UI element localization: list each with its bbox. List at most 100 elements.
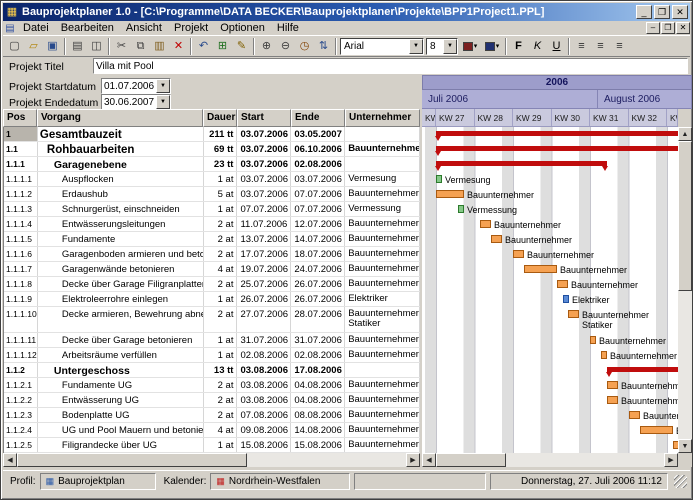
task-bar-1.1.1.10[interactable]: [568, 310, 579, 318]
task-bar-1.1.1.6[interactable]: [513, 250, 524, 258]
table-row-1[interactable]: 1Gesamtbauzeit211 tt03.07.200603.05.2007: [4, 127, 420, 142]
profil-panel[interactable]: ▦ Bauprojektplan: [40, 473, 156, 490]
sort-button[interactable]: ⇅: [314, 37, 333, 56]
scroll-left-button[interactable]: ◀: [422, 453, 436, 467]
task-bar-1.1.1.8[interactable]: [557, 280, 568, 288]
scroll-right-button[interactable]: ▶: [406, 453, 420, 467]
project-start-input[interactable]: [102, 81, 156, 92]
table-row-1.1.1.1[interactable]: 1.1.1.1Auspflocken1 at03.07.200603.07.20…: [4, 172, 420, 187]
table-row-1.1.2.4[interactable]: 1.1.2.4UG und Pool Mauern und betonieren…: [4, 423, 420, 438]
mdi-close-button[interactable]: ✕: [676, 22, 690, 34]
task-bar-1.1.1.5[interactable]: [491, 235, 502, 243]
zoom-in-button[interactable]: ⊕: [257, 37, 276, 56]
task-bar-1.1.1.12[interactable]: [601, 351, 607, 359]
align-left-button[interactable]: ≡: [572, 37, 591, 56]
gantt-scroll-thumb[interactable]: [436, 453, 506, 467]
table-row-1.1.1.4[interactable]: 1.1.1.4Entwässerungsleitungen2 at11.07.2…: [4, 217, 420, 232]
scroll-left-button[interactable]: ◀: [3, 453, 17, 467]
gantt-horizontal-scrollbar[interactable]: ◀ ▶: [422, 453, 678, 467]
bold-button[interactable]: F: [509, 37, 528, 56]
mdi-restore-button[interactable]: ❐: [661, 22, 675, 34]
zoom-out-button[interactable]: ⊖: [276, 37, 295, 56]
print-preview-button[interactable]: ◫: [87, 37, 106, 56]
project-title-input[interactable]: [94, 61, 687, 72]
resize-grip[interactable]: [674, 475, 687, 488]
new-button[interactable]: ▢: [5, 37, 24, 56]
font-color-button[interactable]: ▾: [459, 37, 481, 55]
table-row-1.1.1.6[interactable]: 1.1.1.6Garagenboden armieren und betonie…: [4, 247, 420, 262]
minimize-button[interactable]: _: [636, 5, 652, 19]
insert-task-button[interactable]: ⊞: [213, 37, 232, 56]
menu-projekt[interactable]: Projekt: [168, 21, 214, 35]
task-bar-1.1.1.3[interactable]: [458, 205, 464, 213]
table-row-1.1.2.5[interactable]: 1.1.2.5Filigrandecke über UG1 at15.08.20…: [4, 438, 420, 453]
scroll-up-button[interactable]: ▲: [678, 127, 692, 141]
task-bar-1.1.2.1[interactable]: [607, 381, 618, 389]
table-scroll-thumb[interactable]: [17, 453, 247, 467]
align-right-button[interactable]: ≡: [610, 37, 629, 56]
table-row-1.1.1[interactable]: 1.1.1Garagenebene23 tt03.07.200602.08.20…: [4, 157, 420, 172]
table-horizontal-scrollbar[interactable]: ◀ ▶: [3, 453, 420, 467]
chevron-down-icon[interactable]: ▼: [443, 39, 457, 54]
table-row-1.1.1.7[interactable]: 1.1.1.7Garagenwände betonieren4 at19.07.…: [4, 262, 420, 277]
table-row-1.1.1.12[interactable]: 1.1.1.12Arbeitsräume verfüllen1 at02.08.…: [4, 348, 420, 363]
task-bar-1.1.1.4[interactable]: [480, 220, 491, 228]
table-row-1.1.1.2[interactable]: 1.1.1.2Erdaushub5 at03.07.200607.07.2006…: [4, 187, 420, 202]
table-row-1.1.1.10[interactable]: 1.1.1.10Decke armieren, Bewehrung abnehm…: [4, 307, 420, 333]
menu-datei[interactable]: Datei: [17, 21, 55, 35]
summary-bar-1.1.1[interactable]: [436, 161, 607, 166]
task-bar-1.1.1.11[interactable]: [590, 336, 596, 344]
copy-button[interactable]: ⧉: [131, 37, 150, 56]
font-family-combo[interactable]: Arial▼: [340, 38, 424, 55]
scroll-down-button[interactable]: ▼: [678, 439, 692, 453]
maximize-button[interactable]: ❐: [654, 5, 670, 19]
table-row-1.1.2[interactable]: 1.1.2Untergeschoss13 tt03.08.200617.08.2…: [4, 363, 420, 378]
note-button[interactable]: ✎: [232, 37, 251, 56]
table-row-1.1.1.8[interactable]: 1.1.1.8Decke über Garage Filigranplatten…: [4, 277, 420, 292]
task-bar-1.1.2.3[interactable]: [629, 411, 640, 419]
summary-bar-1.1.2[interactable]: [607, 367, 678, 372]
project-end-input[interactable]: [102, 97, 156, 108]
print-button[interactable]: ▤: [68, 37, 87, 56]
menu-optionen[interactable]: Optionen: [214, 21, 271, 35]
kalender-panel[interactable]: ▦ Nordrhein-Westfalen: [210, 473, 350, 490]
task-bar-1.1.1.1[interactable]: [436, 175, 442, 183]
table-row-1.1.2.1[interactable]: 1.1.2.1Fundamente UG2 at03.08.200604.08.…: [4, 378, 420, 393]
task-bar-1.1.1.7[interactable]: [524, 265, 557, 273]
delete-button[interactable]: ✕: [169, 37, 188, 56]
today-button[interactable]: ◷: [295, 37, 314, 56]
chevron-down-icon[interactable]: ▼: [156, 95, 170, 109]
summary-bar-1.1[interactable]: [436, 146, 678, 151]
font-size-combo[interactable]: 8▼: [426, 38, 458, 55]
close-button[interactable]: ✕: [672, 5, 688, 19]
vertical-scrollbar[interactable]: ▲ ▼: [678, 127, 692, 453]
chevron-down-icon[interactable]: ▼: [156, 79, 170, 93]
underline-button[interactable]: U: [547, 37, 566, 56]
table-row-1.1.1.5[interactable]: 1.1.1.5Fundamente2 at13.07.200614.07.200…: [4, 232, 420, 247]
summary-bar-1[interactable]: [436, 131, 678, 136]
task-bar-1.1.1.2[interactable]: [436, 190, 464, 198]
open-button[interactable]: ▱: [24, 37, 43, 56]
italic-button[interactable]: K: [528, 37, 547, 56]
task-bar-1.1.1.9[interactable]: [563, 295, 569, 303]
chevron-down-icon[interactable]: ▼: [409, 39, 423, 54]
table-row-1.1.1.3[interactable]: 1.1.1.3Schnurgerüst, einschneiden1 at07.…: [4, 202, 420, 217]
menu-ansicht[interactable]: Ansicht: [120, 21, 168, 35]
table-row-1.1.2.3[interactable]: 1.1.2.3Bodenplatte UG2 at07.08.200608.08…: [4, 408, 420, 423]
table-row-1.1.1.9[interactable]: 1.1.1.9Elektroleerrohre einlegen1 at26.0…: [4, 292, 420, 307]
cut-button[interactable]: ✂: [112, 37, 131, 56]
paste-button[interactable]: ▥: [150, 37, 169, 56]
task-bar-1.1.2.2[interactable]: [607, 396, 618, 404]
table-row-1.1.1.11[interactable]: 1.1.1.11Decke über Garage betonieren1 at…: [4, 333, 420, 348]
scroll-right-button[interactable]: ▶: [664, 453, 678, 467]
table-row-1.1[interactable]: 1.1Rohbauarbeiten69 tt03.07.200606.10.20…: [4, 142, 420, 157]
menu-bearbeiten[interactable]: Bearbeiten: [55, 21, 120, 35]
undo-button[interactable]: ↶: [194, 37, 213, 56]
mdi-minimize-button[interactable]: –: [646, 22, 660, 34]
task-bar-1.1.2.4[interactable]: [640, 426, 673, 434]
align-center-button[interactable]: ≡: [591, 37, 610, 56]
save-button[interactable]: ▣: [43, 37, 62, 56]
vertical-scroll-thumb[interactable]: [678, 141, 692, 291]
highlight-color-button[interactable]: ▾: [481, 37, 503, 55]
menu-hilfe[interactable]: Hilfe: [271, 21, 305, 35]
